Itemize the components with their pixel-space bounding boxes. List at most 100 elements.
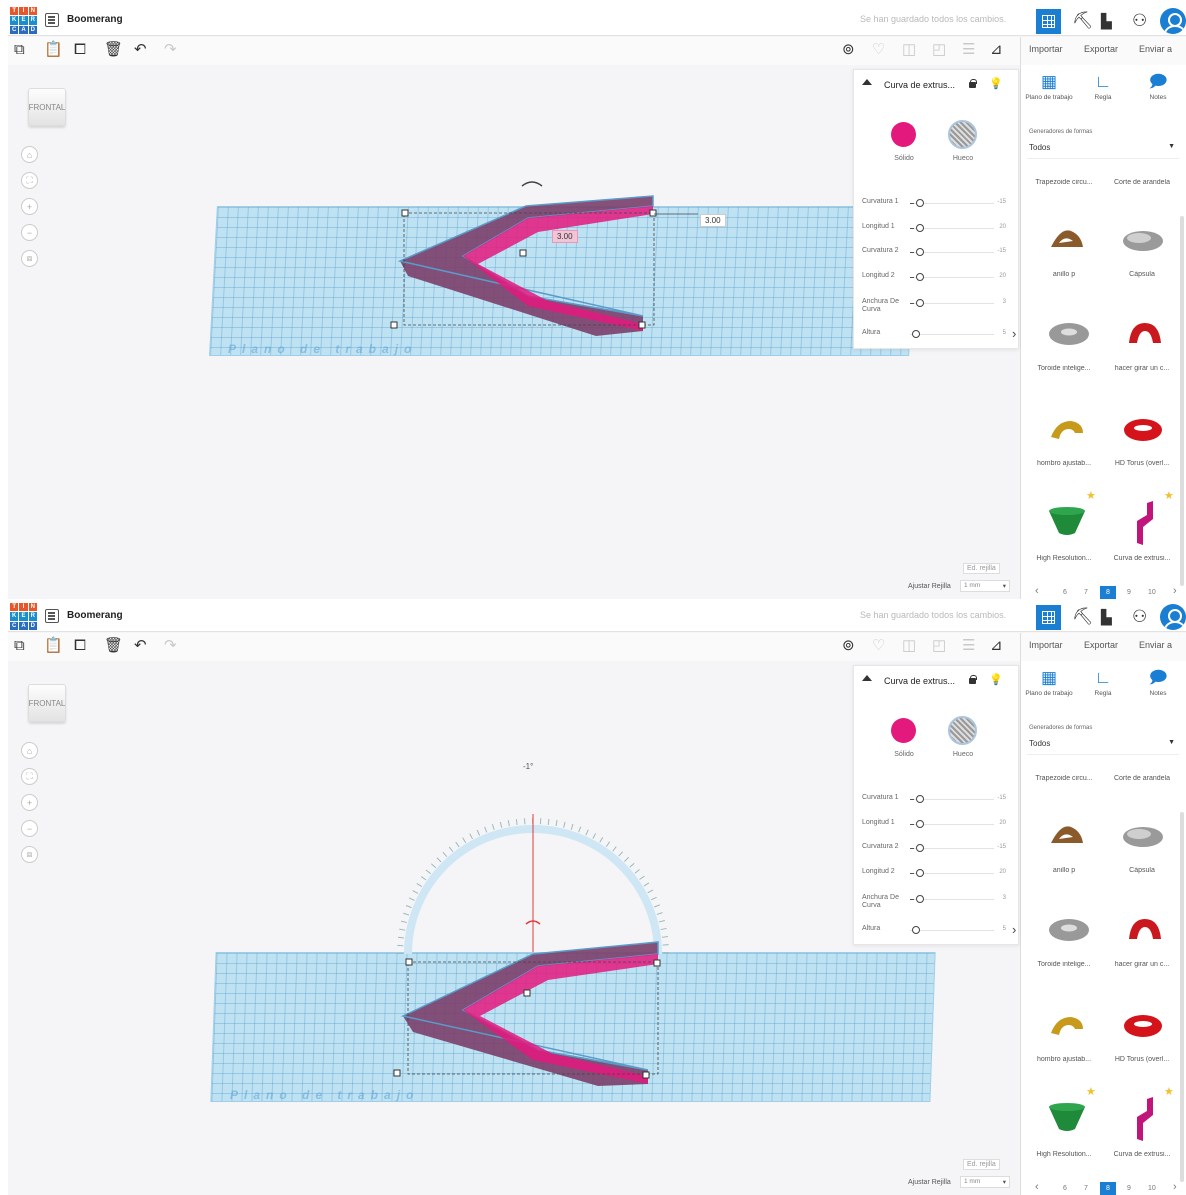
shape-name[interactable]: Curva de extrusi... [1103,1151,1181,1158]
shoulder-shape-icon[interactable] [1047,417,1087,443]
next-page-icon[interactable]: › [1173,1181,1177,1193]
param-knob[interactable] [916,795,925,803]
ruler-button[interactable]: ∟ Regla [1079,668,1127,698]
shape-name[interactable]: Toroide intelige... [1025,961,1103,968]
shape-header-name[interactable]: Corte de arandela [1103,775,1181,782]
param-length-2[interactable]: Longitud 2 20 [862,272,1012,288]
generators-select[interactable]: Todos [1027,139,1179,159]
param-knob[interactable] [916,299,925,307]
shape-name[interactable]: anillo p [1025,867,1103,874]
shape-header-name[interactable]: Corte de arandela [1103,179,1181,186]
shape-name[interactable]: High Resolution... [1025,555,1103,562]
param-knob[interactable] [916,273,925,281]
prev-page-icon[interactable]: ‹ [1035,1181,1039,1193]
page-link[interactable]: 7 [1084,589,1088,596]
snap-grid-select[interactable]: 1 mm [960,580,1010,592]
workplane-button[interactable]: ▦ Plano de trabajo [1025,668,1073,698]
hole-swatch[interactable] [948,120,977,149]
page-link[interactable]: 10 [1148,589,1156,596]
shape-name[interactable]: hacer girar un c... [1103,961,1181,968]
shapes-scrollbar[interactable] [1180,812,1184,1182]
shape-name[interactable]: hacer girar un c... [1103,365,1181,372]
param-knob[interactable] [916,844,925,852]
handle[interactable] [638,321,646,329]
shape-name[interactable]: Curva de extrusi... [1103,555,1181,562]
shape-name[interactable]: anillo p [1025,271,1103,278]
ring-shape-icon[interactable] [1047,225,1087,255]
param-length-2[interactable]: Longitud 2 20 [862,868,1012,884]
capsule-shape-icon[interactable] [1121,229,1165,253]
next-page-icon[interactable]: › [1173,585,1177,597]
shape-name[interactable]: Toroide intelige... [1025,365,1103,372]
collapse-icon[interactable] [862,675,872,681]
shape-name[interactable]: hombro ajustab... [1025,460,1103,467]
param-track[interactable] [910,930,994,931]
shape-name[interactable]: High Resolution... [1025,1151,1103,1158]
page-link-active[interactable]: 8 [1100,586,1116,599]
ruler-button[interactable]: ∟ Regla [1079,72,1127,102]
rotate-arrow-icon[interactable] [521,181,543,187]
prev-page-icon[interactable]: ‹ [1035,585,1039,597]
shape-name[interactable]: Cápsula [1103,271,1181,278]
handle[interactable] [519,249,527,257]
param-knob[interactable] [916,820,925,828]
inspector-title[interactable]: Curva de extrus... [884,676,955,686]
lock-icon[interactable] [968,79,977,88]
param-knob[interactable] [916,199,925,207]
extrusion-curve-shape-icon[interactable] [1129,501,1155,545]
param-knob[interactable] [912,926,920,934]
param-height[interactable]: Altura 5 [862,329,1012,345]
dimension-width[interactable]: 3.00 [552,230,578,243]
param-knob[interactable] [912,330,920,338]
param-curve-width[interactable]: Anchura De Curva 3 [862,894,1012,910]
param-length-1[interactable]: Longitud 1 20 [862,819,1012,835]
param-knob[interactable] [916,869,925,877]
generators-select[interactable]: Todos [1027,735,1179,755]
edit-grid-button[interactable]: Ed. rejilla [963,563,1000,574]
edit-grid-button[interactable]: Ed. rejilla [963,1159,1000,1170]
handle[interactable] [401,209,409,217]
handle[interactable] [649,209,657,217]
spin-shape-icon[interactable] [1125,915,1165,945]
capsule-shape-icon[interactable] [1121,825,1165,849]
snap-grid-select[interactable]: 1 mm [960,1176,1010,1188]
bulb-icon[interactable]: 💡 [989,673,1003,686]
shape-header-name[interactable]: Trapezoide circu... [1025,179,1103,186]
ring-shape-icon[interactable] [1047,821,1087,851]
high-res-shape-icon[interactable] [1047,1101,1087,1135]
handle[interactable] [523,989,531,997]
collapse-panel-icon[interactable]: › [1012,326,1016,341]
handle[interactable] [390,321,398,329]
hole-swatch[interactable] [948,716,977,745]
param-length-1[interactable]: Longitud 1 20 [862,223,1012,239]
handle[interactable] [653,959,661,967]
notes-button[interactable]: 🗩 Notes [1134,72,1182,102]
lock-icon[interactable] [968,675,977,684]
hd-torus-shape-icon[interactable] [1121,417,1165,443]
collapse-icon[interactable] [862,79,872,85]
hd-torus-shape-icon[interactable] [1121,1013,1165,1039]
param-track[interactable] [910,334,994,335]
torus-shape-icon[interactable] [1047,917,1091,943]
extrusion-curve-shape-icon[interactable] [1129,1097,1155,1141]
param-curve-width[interactable]: Anchura De Curva 3 [862,298,1012,314]
bulb-icon[interactable]: 💡 [989,77,1003,90]
handle[interactable] [393,1069,401,1077]
inspector-title[interactable]: Curva de extrus... [884,80,955,90]
param-curvature-2[interactable]: Curvatura 2 -15 [862,247,1012,263]
solid-swatch[interactable] [891,718,916,743]
param-curvature-1[interactable]: Curvatura 1 -15 [862,794,1012,810]
workplane-button[interactable]: ▦ Plano de trabajo [1025,72,1073,102]
shape-name[interactable]: Cápsula [1103,867,1181,874]
shapes-scrollbar[interactable] [1180,216,1184,586]
shape-name[interactable]: HD Torus (overl... [1103,460,1181,467]
shape-name[interactable]: hombro ajustab... [1025,1056,1103,1063]
handle[interactable] [642,1071,650,1079]
param-height[interactable]: Altura 5 [862,925,1012,941]
dimension-height[interactable]: 3.00 [700,214,726,227]
param-knob[interactable] [916,895,925,903]
handle[interactable] [405,958,413,966]
spin-shape-icon[interactable] [1125,319,1165,349]
torus-shape-icon[interactable] [1047,321,1091,347]
high-res-shape-icon[interactable] [1047,505,1087,539]
